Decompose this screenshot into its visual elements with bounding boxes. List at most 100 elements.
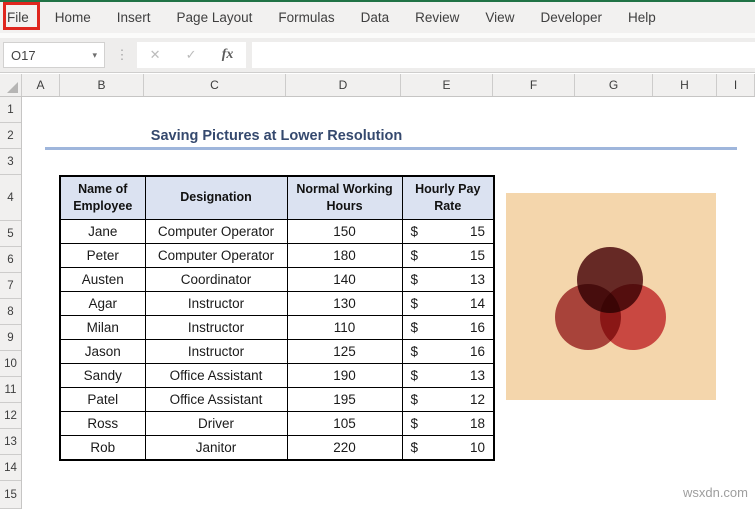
row-header-14[interactable]: 14 (0, 455, 21, 481)
row-header-8[interactable]: 8 (0, 299, 21, 325)
column-header-i[interactable]: I (717, 74, 755, 96)
cell-designation[interactable]: Office Assistant (145, 364, 287, 388)
cell-rate[interactable]: $13 (402, 268, 494, 292)
column-header-d[interactable]: D (286, 74, 401, 96)
currency-symbol: $ (411, 392, 419, 407)
row-header-15[interactable]: 15 (0, 481, 21, 509)
pay-cell-content: $16 (403, 344, 494, 359)
cancel-icon[interactable]: ✕ (150, 47, 161, 63)
menu-tab-insert[interactable]: Insert (117, 10, 151, 25)
row-header-13[interactable]: 13 (0, 429, 21, 455)
cell-designation[interactable]: Office Assistant (145, 388, 287, 412)
select-all-triangle-icon (7, 82, 18, 93)
cell-rate[interactable]: $15 (402, 244, 494, 268)
cell-rate[interactable]: $16 (402, 316, 494, 340)
rate-value: 16 (470, 344, 485, 359)
cell-designation[interactable]: Janitor (145, 436, 287, 461)
row-header-1[interactable]: 1 (0, 97, 21, 123)
cell-rate[interactable]: $16 (402, 340, 494, 364)
cell-name[interactable]: Patel (60, 388, 145, 412)
menu-tab-developer[interactable]: Developer (540, 10, 602, 25)
cell-name[interactable]: Austen (60, 268, 145, 292)
menu-tab-help[interactable]: Help (628, 10, 656, 25)
cells-canvas: Saving Pictures at Lower Resolution Name… (22, 97, 755, 509)
cell-designation[interactable]: Instructor (145, 316, 287, 340)
cell-hours[interactable]: 110 (287, 316, 402, 340)
cell-rate[interactable]: $15 (402, 220, 494, 244)
embedded-picture[interactable] (506, 193, 716, 400)
cell-rate[interactable]: $14 (402, 292, 494, 316)
cell-name[interactable]: Ross (60, 412, 145, 436)
row-header-4[interactable]: 4 (0, 175, 21, 221)
cell-hours[interactable]: 130 (287, 292, 402, 316)
row-header-3[interactable]: 3 (0, 149, 21, 175)
cell-designation[interactable]: Computer Operator (145, 220, 287, 244)
row-header-5[interactable]: 5 (0, 221, 21, 247)
column-header-c[interactable]: C (144, 74, 286, 96)
name-box-dropdown-icon[interactable]: ▾ (92, 50, 97, 61)
cell-rate[interactable]: $10 (402, 436, 494, 461)
cell-hours[interactable]: 220 (287, 436, 402, 461)
cell-designation[interactable]: Instructor (145, 340, 287, 364)
menu-tab-data[interactable]: Data (361, 10, 390, 25)
row-header-10[interactable]: 10 (0, 351, 21, 377)
table-column-header[interactable]: Normal Working Hours (287, 176, 402, 220)
menu-tab-formulas[interactable]: Formulas (278, 10, 334, 25)
cell-designation[interactable]: Driver (145, 412, 287, 436)
cell-name[interactable]: Milan (60, 316, 145, 340)
cell-name[interactable]: Peter (60, 244, 145, 268)
menu-tab-file[interactable]: File (7, 10, 29, 25)
cell-hours[interactable]: 195 (287, 388, 402, 412)
cell-name[interactable]: Sandy (60, 364, 145, 388)
column-header-g[interactable]: G (575, 74, 653, 96)
pay-cell-content: $15 (403, 248, 494, 263)
table-column-header[interactable]: Hourly Pay Rate (402, 176, 494, 220)
column-header-b[interactable]: B (60, 74, 144, 96)
cell-hours[interactable]: 125 (287, 340, 402, 364)
formula-bar-drag-handle-icon[interactable]: ⋮ (114, 42, 130, 68)
cell-name[interactable]: Agar (60, 292, 145, 316)
menu-tab-page-layout[interactable]: Page Layout (177, 10, 253, 25)
cell-hours[interactable]: 180 (287, 244, 402, 268)
enter-icon[interactable]: ✓ (186, 47, 197, 63)
column-header-e[interactable]: E (401, 74, 493, 96)
menu-tab-review[interactable]: Review (415, 10, 459, 25)
row-headers: 123456789101112131415 (0, 97, 22, 509)
formula-input[interactable] (252, 42, 755, 68)
cell-designation[interactable]: Coordinator (145, 268, 287, 292)
row-header-12[interactable]: 12 (0, 403, 21, 429)
cell-hours[interactable]: 140 (287, 268, 402, 292)
column-header-f[interactable]: F (493, 74, 575, 96)
row-header-7[interactable]: 7 (0, 273, 21, 299)
row-header-9[interactable]: 9 (0, 325, 21, 351)
select-all-corner[interactable] (0, 74, 22, 96)
sheet-title-cell[interactable]: Saving Pictures at Lower Resolution (60, 123, 493, 149)
row-header-6[interactable]: 6 (0, 247, 21, 273)
name-box[interactable]: O17 ▾ (3, 42, 105, 68)
row-header-11[interactable]: 11 (0, 377, 21, 403)
pay-cell-content: $12 (403, 392, 494, 407)
formula-bar-row: O17 ▾ ⋮ ✕ ✓ fx (0, 38, 755, 73)
insert-function-icon[interactable]: fx (222, 47, 234, 63)
cell-designation[interactable]: Computer Operator (145, 244, 287, 268)
cell-hours[interactable]: 105 (287, 412, 402, 436)
cell-rate[interactable]: $18 (402, 412, 494, 436)
employee-table: Name of EmployeeDesignationNormal Workin… (59, 175, 495, 461)
table-column-header[interactable]: Designation (145, 176, 287, 220)
table-row: SandyOffice Assistant190$13 (60, 364, 494, 388)
cell-hours[interactable]: 150 (287, 220, 402, 244)
cell-rate[interactable]: $12 (402, 388, 494, 412)
column-header-a[interactable]: A (22, 74, 60, 96)
menu-tab-view[interactable]: View (485, 10, 514, 25)
cell-hours[interactable]: 190 (287, 364, 402, 388)
cell-designation[interactable]: Instructor (145, 292, 287, 316)
table-column-header[interactable]: Name of Employee (60, 176, 145, 220)
cell-rate[interactable]: $13 (402, 364, 494, 388)
pay-cell-content: $13 (403, 368, 494, 383)
cell-name[interactable]: Rob (60, 436, 145, 461)
cell-name[interactable]: Jane (60, 220, 145, 244)
cell-name[interactable]: Jason (60, 340, 145, 364)
menu-tab-home[interactable]: Home (55, 10, 91, 25)
column-header-h[interactable]: H (653, 74, 717, 96)
row-header-2[interactable]: 2 (0, 123, 21, 149)
